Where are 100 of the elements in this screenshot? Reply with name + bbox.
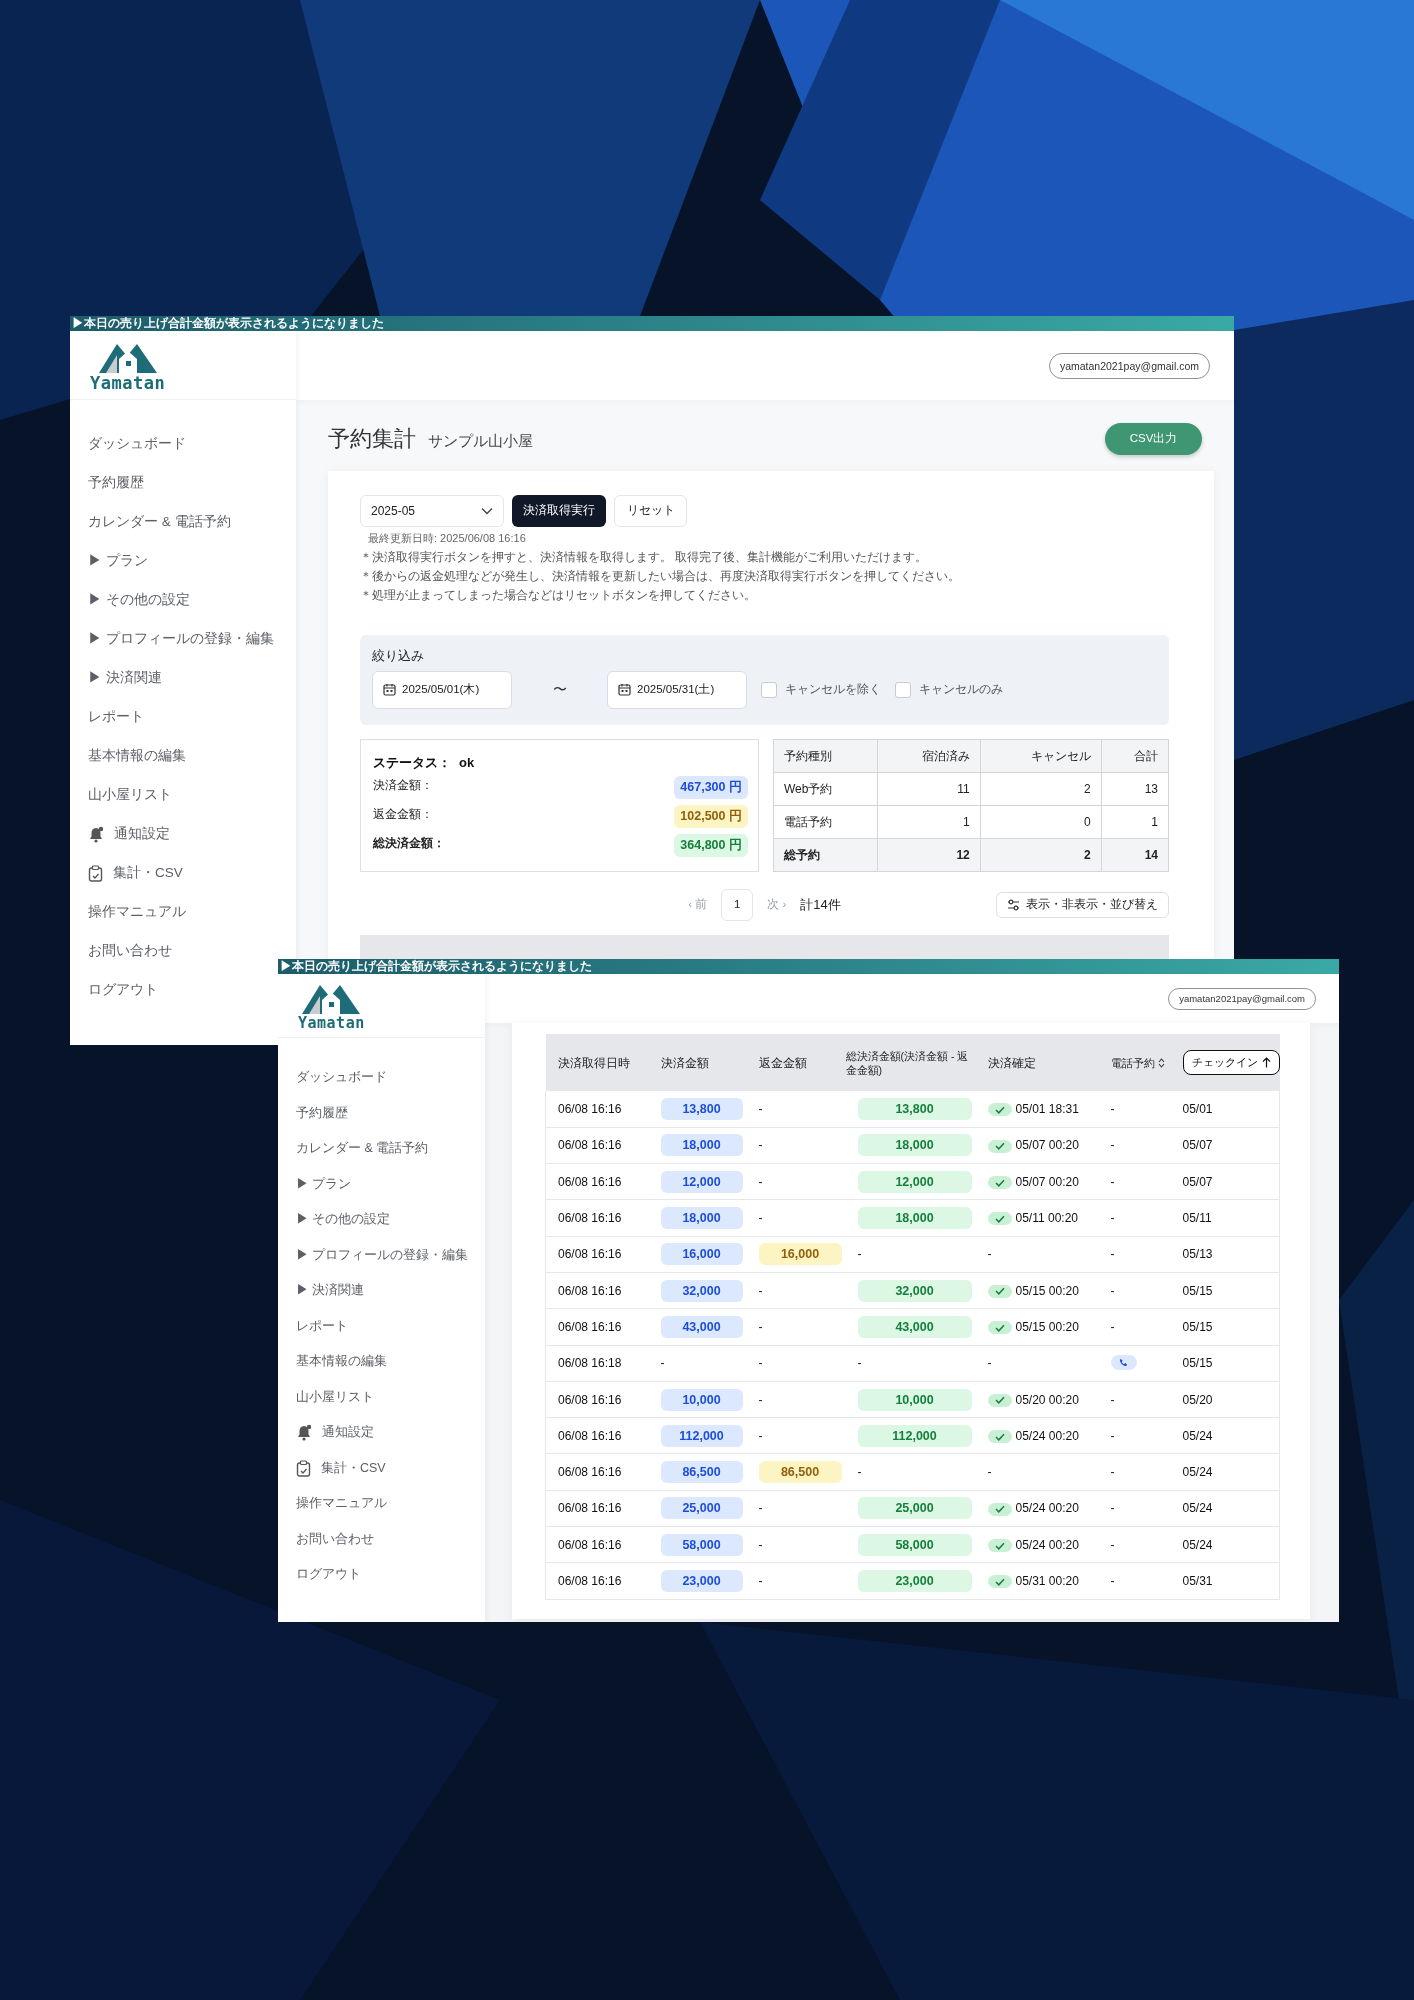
sidebar-item[interactable]: 集計・CSV	[278, 1450, 386, 1486]
sidebar-item[interactable]: 集計・CSV	[70, 854, 183, 893]
sidebar-item[interactable]: 通知設定	[278, 1415, 374, 1451]
clipboard-icon	[88, 865, 103, 882]
column-header: 総決済金額(決済金額 - 返金金額)	[845, 1034, 976, 1091]
table-cell: -	[1098, 1417, 1171, 1454]
bell-icon	[296, 1424, 312, 1442]
sidebar-item[interactable]: 山小屋リスト	[70, 776, 172, 815]
sidebar-item[interactable]: 基本情報の編集	[70, 737, 186, 776]
amount-badge: 13,800	[857, 1097, 972, 1120]
sidebar-item[interactable]: ログアウト	[278, 1557, 361, 1593]
amount-badge: 18,000	[660, 1134, 743, 1157]
sidebar-item[interactable]: 通知設定	[70, 815, 170, 854]
table-cell: -	[845, 1453, 976, 1491]
checkbox-label: キャンセルのみ	[919, 682, 1003, 698]
sidebar-item[interactable]: カレンダー & 電話予約	[278, 1131, 429, 1167]
amount-badge: 112,000	[857, 1424, 972, 1447]
table-cell: 総予約	[773, 838, 878, 872]
sidebar-item[interactable]: レポート	[278, 1308, 348, 1344]
clipboard-icon	[296, 1459, 311, 1477]
date-field[interactable]: 2025/05/01(木)	[372, 670, 512, 709]
column-header: 宿泊済み	[877, 739, 981, 773]
table-cell: -	[746, 1308, 846, 1346]
column-header: キャンセル	[980, 739, 1102, 773]
table-cell: -	[746, 1562, 846, 1600]
table-cell: -	[1098, 1272, 1171, 1309]
sidebar-item[interactable]: 予約履歴	[70, 464, 144, 503]
sidebar-item[interactable]: 予約履歴	[278, 1095, 348, 1131]
fetch-button[interactable]: 決済取得実行	[512, 495, 606, 527]
sidebar-item[interactable]: ▶ その他の設定	[278, 1202, 391, 1238]
sidebar-item[interactable]: ダッシュボード	[70, 425, 186, 464]
sidebar-item[interactable]: 基本情報の編集	[278, 1344, 387, 1380]
amount-badge: 32,000	[857, 1279, 972, 1302]
confirmed-time: 05/20 00:20	[1015, 1392, 1079, 1407]
check-icon	[987, 1284, 1012, 1298]
date-field[interactable]: 2025/05/31(土)	[607, 670, 747, 709]
sidebar-item[interactable]: ▶ 決済関連	[278, 1273, 365, 1309]
month-select[interactable]: 2025-05	[360, 495, 504, 527]
table-cell: -	[845, 1345, 976, 1382]
sidebar-item[interactable]: ▶ 決済関連	[70, 659, 162, 698]
table-cell: -	[746, 1091, 846, 1128]
check-icon	[987, 1393, 1012, 1407]
table-cell: -	[1098, 1236, 1171, 1273]
reset-button[interactable]: リセット	[614, 495, 687, 527]
amount-badge: 18,000	[857, 1134, 972, 1157]
table-cell: 06/08 16:16	[545, 1199, 649, 1237]
calendar-icon	[383, 683, 396, 697]
sort-header[interactable]: チェックイン	[1182, 1049, 1280, 1076]
sidebar-item[interactable]: ▶ その他の設定	[70, 581, 190, 620]
checkbox[interactable]	[761, 681, 777, 698]
table-cell: -	[746, 1127, 846, 1164]
page-number[interactable]: 1	[721, 888, 754, 921]
sidebar-item[interactable]: お問い合わせ	[278, 1521, 374, 1557]
sidebar-item[interactable]: ダッシュボード	[278, 1060, 387, 1096]
amount-badge: 86,500	[758, 1461, 842, 1484]
amount-badge: 13,800	[660, 1097, 743, 1120]
announcement-banner: ▶本日の売り上げ合計金額が表示されるようになりました	[278, 959, 1339, 974]
columns-button[interactable]: 表示・非表示・並び替え	[996, 891, 1169, 918]
table-cell: -	[746, 1381, 846, 1418]
sidebar-item[interactable]: 操作マニュアル	[278, 1486, 387, 1522]
logo-text: Yamatan	[90, 374, 166, 392]
table-cell: 14	[1101, 838, 1169, 872]
table-cell: -	[746, 1526, 846, 1563]
table-cell: 05/11	[1170, 1199, 1280, 1237]
table-cell: 06/08 16:16	[545, 1091, 649, 1128]
sidebar-item[interactable]: 操作マニュアル	[70, 893, 186, 932]
sidebar-item[interactable]: カレンダー & 電話予約	[70, 503, 231, 542]
confirmed-time: 05/24 00:20	[1015, 1537, 1079, 1552]
amount-badge: 18,000	[660, 1207, 743, 1230]
sidebar-item[interactable]: ▶ プラン	[278, 1166, 352, 1202]
sidebar-item[interactable]: ログアウト	[70, 971, 158, 1010]
export-button[interactable]: CSV出力	[1105, 422, 1202, 455]
table-cell: 05/07	[1170, 1127, 1280, 1164]
table-cell: -	[1098, 1163, 1171, 1200]
sidebar-item[interactable]: ▶ プロフィールの登録・編集	[70, 620, 274, 659]
checkbox[interactable]	[895, 681, 911, 698]
sidebar-item[interactable]: レポート	[70, 698, 144, 737]
confirmed-time: 05/31 00:20	[1015, 1574, 1079, 1588]
sort-icon	[1157, 1058, 1165, 1069]
check-icon	[987, 1103, 1012, 1117]
table-cell: 06/08 16:18	[545, 1345, 649, 1382]
check-icon	[987, 1176, 1012, 1190]
column-header: 決済確定	[975, 1034, 1099, 1091]
table-cell: 05/01	[1170, 1091, 1280, 1128]
table-cell: -	[1098, 1127, 1171, 1164]
sidebar-item[interactable]: ▶ プロフィールの登録・編集	[278, 1237, 469, 1273]
arrow-up-icon	[1261, 1057, 1271, 1068]
table-cell: 05/15	[1170, 1272, 1280, 1309]
summary-label: 返金金額：	[373, 806, 433, 824]
status-label: ステータス：	[373, 753, 451, 772]
table-cell: -	[746, 1163, 846, 1200]
note-text: ＊処理が止まってしまった場合などはリセットボタンを押してください。	[360, 587, 757, 604]
sidebar-item[interactable]: 山小屋リスト	[278, 1379, 374, 1415]
note-text: ＊後からの返金処理などが発生し、決済情報を更新したい場合は、再度決済取得実行ボタンを押してください。	[360, 568, 961, 585]
range-separator: 〜	[551, 680, 568, 700]
sidebar-item[interactable]: お問い合わせ	[70, 932, 172, 971]
sidebar-item[interactable]: ▶ プラン	[70, 542, 148, 581]
amount-badge: 112,000	[660, 1424, 743, 1447]
table-cell: -	[648, 1345, 747, 1382]
amount-badge: 58,000	[857, 1533, 972, 1556]
